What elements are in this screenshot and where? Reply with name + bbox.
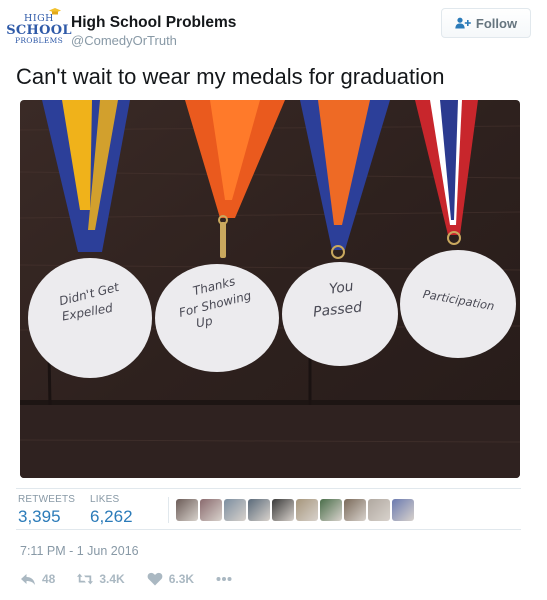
add-user-icon [455, 17, 471, 29]
like-button[interactable]: 6.3K [147, 572, 194, 586]
likes-count: 6,262 [90, 507, 133, 526]
retweets-count: 3,395 [18, 507, 61, 526]
liker-avatar[interactable] [224, 499, 246, 521]
liker-avatar[interactable] [392, 499, 414, 521]
account-name[interactable]: High School Problems [71, 14, 236, 32]
liker-avatar[interactable] [368, 499, 390, 521]
tweet-text: Can't wait to wear my medals for graduat… [16, 64, 445, 89]
liker-avatar[interactable] [296, 499, 318, 521]
tweet-actions: 48 3.4K 6.3K [20, 570, 254, 588]
tweet-stats: RETWEETS 3,395 LIKES 6,262 [16, 488, 521, 530]
retweet-button[interactable]: 3.4K [77, 572, 125, 586]
avatar[interactable]: HIGH SCHOOL PROBLEMS [6, 6, 72, 52]
follow-button[interactable]: Follow [441, 8, 531, 38]
medal-2: Thanks For Showing Up [155, 264, 279, 372]
account-handle[interactable]: @ComedyOrTruth [71, 33, 177, 48]
liker-avatar[interactable] [320, 499, 342, 521]
likes-label: LIKES [90, 494, 120, 505]
reply-button[interactable]: 48 [20, 572, 55, 586]
avatar-line-3: PROBLEMS [14, 35, 64, 45]
retweet-icon [77, 573, 94, 585]
heart-icon [147, 572, 163, 586]
medal-1: Didn't Get Expelled [28, 258, 152, 378]
retweets-label: RETWEETS [18, 494, 76, 505]
liker-avatar[interactable] [344, 499, 366, 521]
liker-avatar[interactable] [200, 499, 222, 521]
more-options-button[interactable] [216, 572, 232, 586]
stats-divider [168, 497, 169, 523]
medal-4: Participation [400, 250, 516, 358]
liker-avatar[interactable] [272, 499, 294, 521]
liker-avatar[interactable] [176, 499, 198, 521]
tweet-photo[interactable]: Didn't Get Expelled Thanks For Showing U… [20, 100, 520, 478]
retweets-stat[interactable]: RETWEETS 3,395 [18, 494, 75, 527]
medal-3-line-1: You [328, 278, 355, 297]
medal-3: You Passed [282, 262, 398, 366]
avatar-line-2: SCHOOL [6, 22, 72, 38]
medals-photo: Didn't Get Expelled Thanks For Showing U… [20, 100, 520, 478]
more-icon [216, 577, 232, 581]
follow-button-label: Follow [475, 15, 518, 31]
medal-2-line-3: Up [195, 314, 214, 331]
likes-stat[interactable]: LIKES 6,262 [90, 494, 133, 527]
graduation-cap-icon [49, 8, 61, 15]
liker-avatar[interactable] [248, 499, 270, 521]
tweet-timestamp[interactable]: 7:11 PM - 1 Jun 2016 [20, 544, 139, 558]
reply-count: 48 [42, 572, 56, 586]
liker-avatars [176, 499, 414, 521]
reply-icon [21, 574, 35, 585]
retweet-count: 3.4K [99, 572, 125, 586]
like-count: 6.3K [168, 572, 195, 586]
tweet-header: HIGH SCHOOL PROBLEMS High School Problem… [6, 6, 531, 52]
